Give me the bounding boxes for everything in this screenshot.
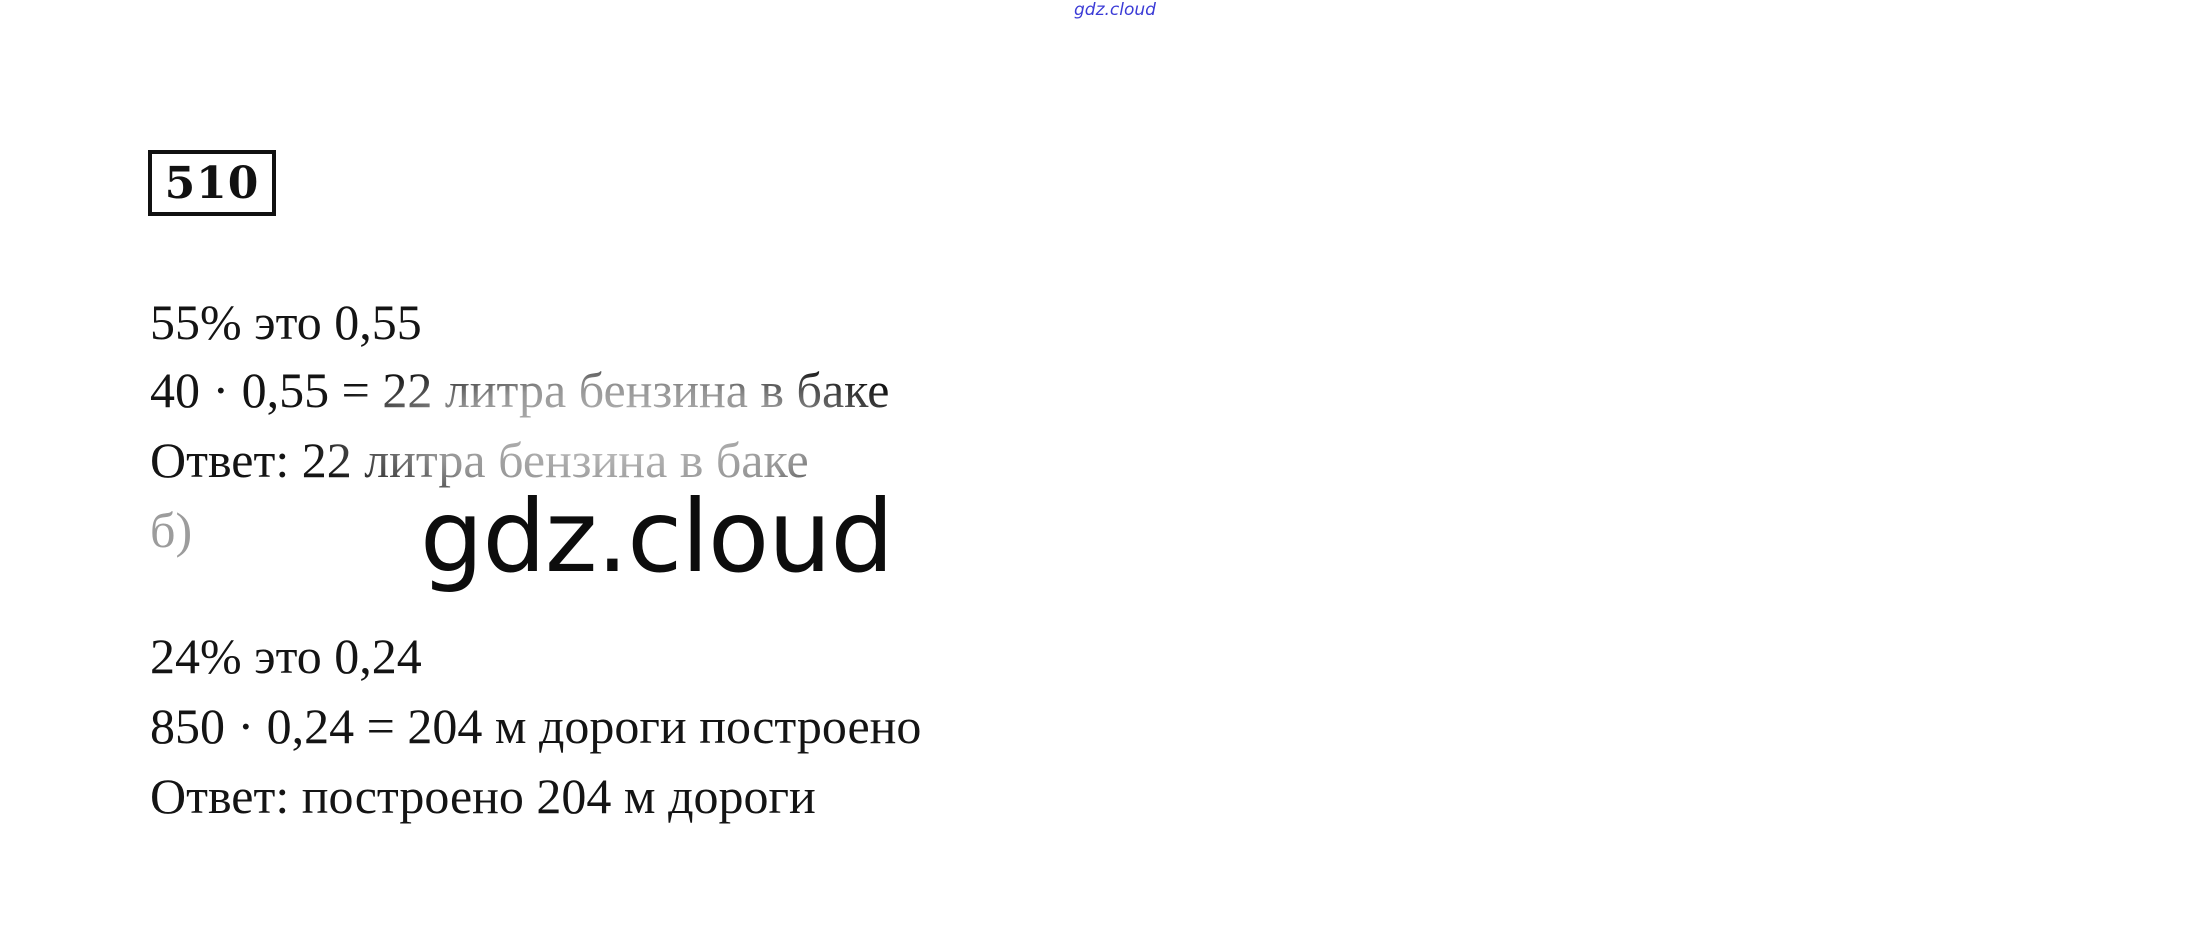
part-b-line-1: 24% это 0,24: [150, 628, 422, 684]
part-a-line-1: 55% это 0,55: [150, 294, 422, 350]
part-b-label: б): [150, 502, 193, 558]
problem-number-box: 510: [148, 150, 276, 216]
watermark-top: gdz.cloud: [1074, 0, 1156, 20]
part-a-line-2: 40 · 0,55 = 22 литра бензина в баке: [150, 362, 890, 418]
watermark-center: gdz.cloud: [420, 478, 894, 595]
part-b-answer: Ответ: построено 204 м дороги: [150, 768, 816, 824]
part-b-line-2: 850 · 0,24 = 204 м дороги построено: [150, 698, 922, 754]
